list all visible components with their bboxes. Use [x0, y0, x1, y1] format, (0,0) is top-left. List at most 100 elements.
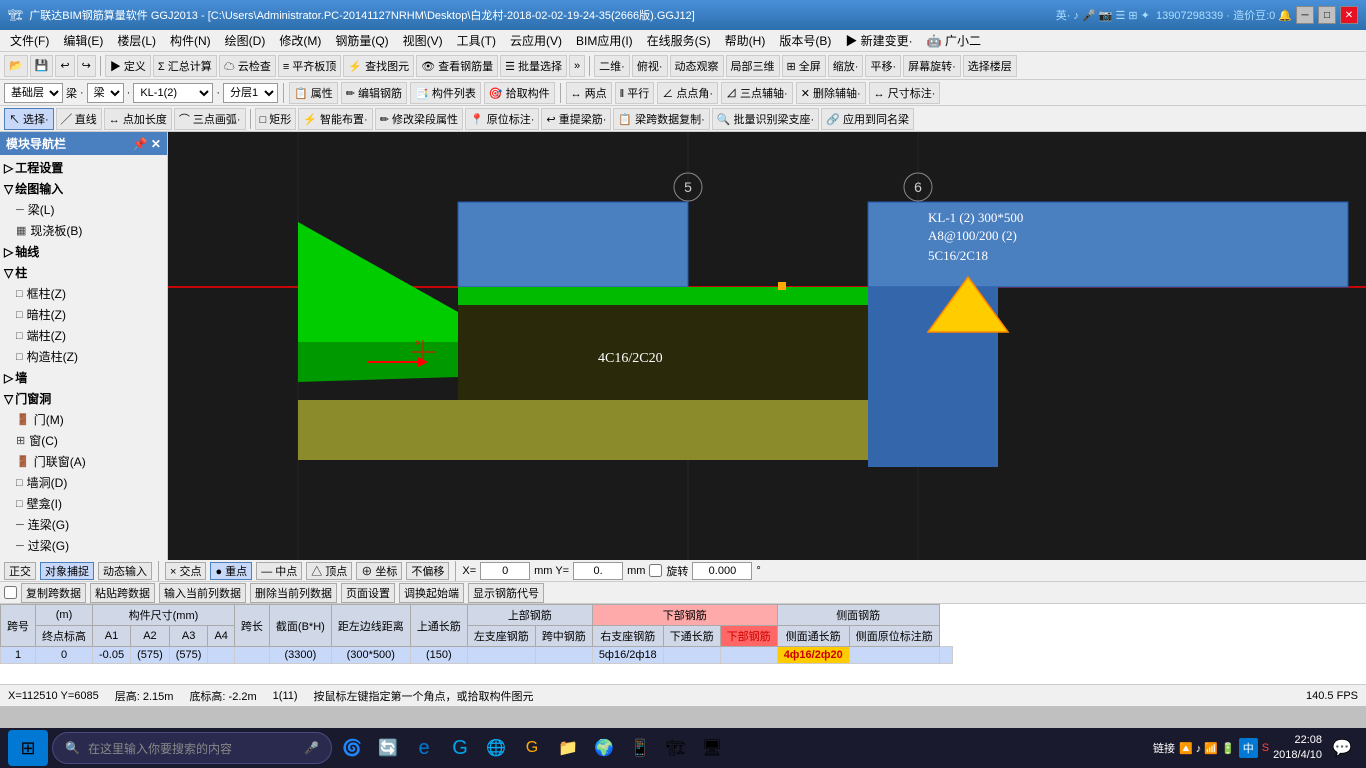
- notifications-button[interactable]: 💬: [1326, 732, 1358, 764]
- pan-button[interactable]: 平移·: [865, 55, 901, 77]
- maximize-button[interactable]: □: [1318, 6, 1336, 24]
- table-row[interactable]: 1 0 -0.05 (575) (575) (3300) (300*500) (…: [1, 647, 953, 664]
- intersection-button[interactable]: × 交点: [165, 562, 206, 580]
- local-3d-button[interactable]: 局部三维: [726, 55, 780, 77]
- level-select[interactable]: 分层1: [223, 83, 278, 103]
- sidebar-item-dark-col[interactable]: □ 暗柱(Z): [0, 304, 167, 325]
- taskbar-app10[interactable]: 🏗: [660, 732, 692, 764]
- sidebar-item-frame-col[interactable]: □ 框柱(Z): [0, 283, 167, 304]
- menu-guangxiao[interactable]: 🤖 广小二: [921, 30, 987, 51]
- property-button[interactable]: 📋 属性: [289, 82, 338, 104]
- sidebar-item-door-win-comb[interactable]: 🚪 门联窗(A): [0, 451, 167, 472]
- vertex-button[interactable]: △ 顶点: [306, 562, 352, 580]
- sidebar-item-door[interactable]: 🚪 门(M): [0, 409, 167, 430]
- copy-span-data-button[interactable]: 复制跨数据: [21, 583, 86, 603]
- taskbar-app2[interactable]: 🔄: [372, 732, 404, 764]
- y-input[interactable]: [573, 562, 623, 580]
- center-button[interactable]: ● 重点: [210, 562, 252, 580]
- 2d-view-button[interactable]: 二维·: [594, 55, 630, 77]
- find-element-button[interactable]: ⚡ 查找图元: [343, 55, 414, 77]
- x-input[interactable]: [480, 562, 530, 580]
- minimize-button[interactable]: ─: [1296, 6, 1314, 24]
- taskbar-app11[interactable]: 🖥: [696, 732, 728, 764]
- apply-same-name-button[interactable]: 🔗 应用到同名梁: [821, 108, 914, 130]
- rect-button[interactable]: □ 矩形: [255, 108, 297, 130]
- midpoint-button[interactable]: — 中点: [256, 562, 302, 580]
- align-top-button[interactable]: ≡ 平齐板顶: [278, 55, 341, 77]
- rotate-input[interactable]: [692, 562, 752, 580]
- taskbar-app6[interactable]: G: [516, 732, 548, 764]
- smart-layout-button[interactable]: ⚡ 智能布置·: [298, 108, 372, 130]
- menu-view[interactable]: 视图(V): [397, 30, 449, 51]
- swap-start-button[interactable]: 调换起始端: [399, 583, 464, 603]
- page-setup-button[interactable]: 页面设置: [341, 583, 395, 603]
- taskbar-app1[interactable]: 🌀: [336, 732, 368, 764]
- taskbar-app4[interactable]: G: [444, 732, 476, 764]
- sidebar-item-end-col[interactable]: □ 端柱(Z): [0, 325, 167, 346]
- sidebar-item-window[interactable]: ⊞ 窗(C): [0, 430, 167, 451]
- re-extract-button[interactable]: ↩ 重提梁筋·: [541, 108, 611, 130]
- dim-note-button[interactable]: ↔ 尺寸标注·: [869, 82, 941, 104]
- taskbar-app7[interactable]: 📁: [552, 732, 584, 764]
- more-button[interactable]: »: [569, 55, 585, 77]
- menu-tools[interactable]: 工具(T): [451, 30, 502, 51]
- menu-rebar-qty[interactable]: 钢筋量(Q): [329, 30, 394, 51]
- dynamic-view-button[interactable]: 动态观察: [670, 55, 724, 77]
- del-aux-button[interactable]: ✕ 删除辅轴·: [796, 82, 866, 104]
- element-select[interactable]: KL-1(2): [133, 83, 213, 103]
- fullscreen-button[interactable]: ⊞ 全屏: [782, 55, 826, 77]
- input-col-data-button[interactable]: 输入当前列数据: [159, 583, 246, 603]
- data-table-wrapper[interactable]: 跨号 (m) 构件尺寸(mm) 跨长 截面(B*H) 距左边线距离 上通长筋 上…: [0, 604, 1366, 684]
- sidebar-item-strip-hole[interactable]: □ 带形洞: [0, 556, 167, 560]
- define-button[interactable]: ▶ 定义: [105, 55, 151, 77]
- redo-button[interactable]: ↪: [77, 55, 96, 77]
- sidebar-item-column[interactable]: ▽柱: [0, 262, 167, 283]
- point-angle-button[interactable]: ∠ 点点角·: [657, 82, 718, 104]
- snap-button[interactable]: 对象捕捉: [40, 562, 94, 580]
- sidebar-item-beam-l[interactable]: ─ 梁(L): [0, 199, 167, 220]
- component-list-button[interactable]: 📑 构件列表: [410, 82, 481, 104]
- three-arc-button[interactable]: ⌒ 三点画弧·: [174, 108, 246, 130]
- pick-component-button[interactable]: 🎯 拾取构件: [484, 82, 555, 104]
- sidebar-item-axis[interactable]: ▷轴线: [0, 241, 167, 262]
- in-place-note-button[interactable]: 📍 原位标注·: [465, 108, 539, 130]
- zoom-button[interactable]: 缩放·: [828, 55, 864, 77]
- ortho-button[interactable]: 正交: [4, 562, 36, 580]
- sidebar-item-slab[interactable]: ▦ 现浇板(B): [0, 220, 167, 241]
- input-method[interactable]: 中: [1239, 738, 1258, 758]
- rotate-checkbox[interactable]: [649, 564, 662, 577]
- sidebar-item-lintel[interactable]: ─ 过梁(G): [0, 535, 167, 556]
- menu-cloud[interactable]: 云应用(V): [504, 30, 568, 51]
- taskbar-app8[interactable]: 🌍: [588, 732, 620, 764]
- paste-span-data-button[interactable]: 粘贴跨数据: [90, 583, 155, 603]
- title-bar-right[interactable]: 英· ♪ 🎤 📷 ☰ ⊞ ✦ 13907298339 · 造价豆:0 🔔 ─ □…: [1056, 6, 1358, 24]
- select-floor-button[interactable]: 选择楼层: [963, 55, 1017, 77]
- three-point-aux-button[interactable]: ⊿ 三点辅轴·: [721, 82, 793, 104]
- point-extend-button[interactable]: ↔ 点加长度: [104, 108, 172, 130]
- new-button[interactable]: 📂: [4, 55, 28, 77]
- del-col-data-button[interactable]: 删除当前列数据: [250, 583, 337, 603]
- subtype-select[interactable]: 梁: [87, 83, 124, 103]
- sidebar-item-drawing[interactable]: ▽绘图输入: [0, 178, 167, 199]
- menu-modify[interactable]: 修改(M): [273, 30, 327, 51]
- taskbar-app3[interactable]: e: [408, 732, 440, 764]
- sidebar-item-engineering[interactable]: ▷工程设置: [0, 157, 167, 178]
- menu-new-change[interactable]: ▶ 新建变更·: [839, 30, 918, 51]
- sidebar-controls[interactable]: 📌 ✕: [133, 137, 161, 151]
- sidebar-item-struct-col[interactable]: □ 构造柱(Z): [0, 346, 167, 367]
- canvas-view[interactable]: 5 6 KL-1 (2) 300*500 A8@100/200 (2) 5C16…: [168, 132, 1366, 560]
- parallel-button[interactable]: ‖ 平行: [615, 82, 655, 104]
- save-button[interactable]: 💾: [30, 55, 54, 77]
- batch-select-button[interactable]: ☰ 批量选择: [500, 55, 567, 77]
- coordinate-button[interactable]: ⊕ 坐标: [356, 562, 402, 580]
- layer-select[interactable]: 基础层: [4, 83, 63, 103]
- cloud-check-button[interactable]: ☁ 云检查: [219, 55, 276, 77]
- taskbar-app9[interactable]: 📱: [624, 732, 656, 764]
- two-points-button[interactable]: ↔ 两点: [566, 82, 612, 104]
- select-button[interactable]: ↖ 选择·: [4, 108, 54, 130]
- view-rebar-button[interactable]: 👁 查看钢筋量: [416, 55, 498, 77]
- menu-file[interactable]: 文件(F): [4, 30, 55, 51]
- rebar-code-button[interactable]: 显示钢筋代号: [468, 583, 544, 603]
- sidebar-item-coupling-beam[interactable]: ─ 连梁(G): [0, 514, 167, 535]
- copy-span-button[interactable]: 📋 梁跨数据复制·: [613, 108, 709, 130]
